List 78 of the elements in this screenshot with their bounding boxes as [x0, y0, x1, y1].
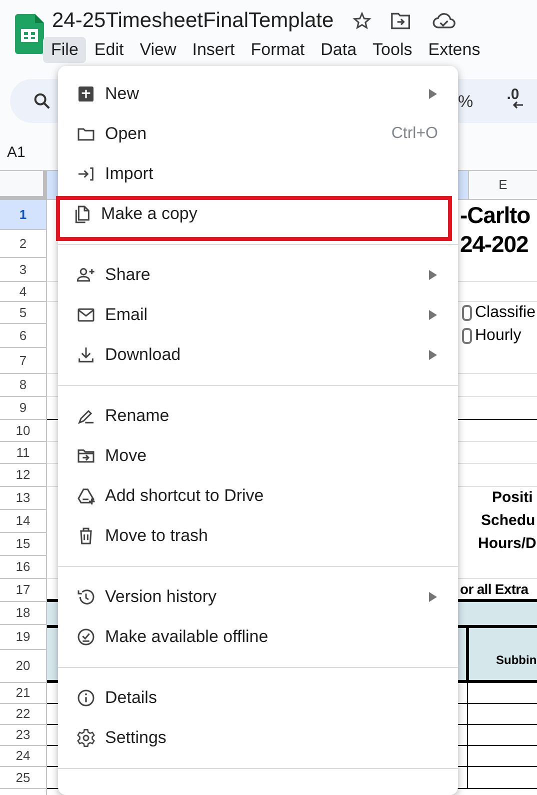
menu-tab[interactable]: Format: [242, 37, 313, 63]
menu-item[interactable]: Open Ctrl+O: [58, 114, 458, 154]
menu-tab[interactable]: Extens: [420, 37, 488, 63]
row-header[interactable]: 2: [0, 230, 47, 258]
menu-item[interactable]: Download: [58, 335, 458, 375]
cloud-check-icon[interactable]: [432, 11, 456, 31]
menu-item[interactable]: Settings: [58, 718, 458, 758]
checkbox[interactable]: [462, 305, 472, 321]
menu-item[interactable]: Rename: [58, 396, 458, 436]
menu-item[interactable]: Details: [58, 678, 458, 718]
row-header[interactable]: 5: [0, 302, 47, 324]
row-header[interactable]: 25: [0, 767, 47, 789]
field-label: Positi: [492, 488, 533, 508]
info-icon: [76, 688, 96, 708]
menu-tab[interactable]: View: [132, 37, 184, 63]
menu-tab[interactable]: Edit: [86, 37, 132, 63]
row-header[interactable]: 16: [0, 556, 47, 579]
field-label: Hours/D: [478, 534, 536, 554]
row-header[interactable]: 6: [0, 324, 47, 348]
menu-item[interactable]: Import: [58, 154, 458, 194]
percent-button[interactable]: %: [458, 89, 474, 114]
name-box[interactable]: A1: [7, 142, 26, 164]
row-header[interactable]: 22: [0, 704, 47, 725]
menu-item[interactable]: New: [58, 74, 458, 114]
row-header[interactable]: 10: [0, 420, 47, 442]
star-icon[interactable]: [352, 11, 372, 31]
settings-icon: [76, 728, 96, 748]
checkbox-label: Classifie: [475, 303, 536, 323]
menu-item[interactable]: Move: [58, 436, 458, 476]
folder-icon[interactable]: [390, 11, 412, 31]
row-header[interactable]: 23: [0, 725, 47, 746]
menu-item[interactable]: Make a copy: [56, 196, 452, 241]
row-header[interactable]: 18: [0, 602, 47, 625]
row-header[interactable]: 9: [0, 397, 47, 420]
decrease-decimal-button[interactable]: .0: [498, 85, 528, 117]
checkbox-label: Hourly: [475, 326, 522, 346]
sheet-title: 24-202: [460, 232, 528, 256]
shortcut-hint: Ctrl+O: [391, 124, 438, 144]
field-label: Schedu: [481, 511, 536, 532]
row-header[interactable]: 12: [0, 464, 47, 487]
left-arrow-icon: [512, 101, 524, 109]
row-header[interactable]: 3: [0, 258, 47, 282]
menu-item[interactable]: Email: [58, 295, 458, 335]
search-icon[interactable]: [32, 91, 52, 111]
row-header[interactable]: 15: [0, 533, 47, 556]
row-header[interactable]: 14: [0, 510, 47, 533]
download-icon: [76, 345, 96, 365]
row-header[interactable]: 4: [0, 282, 47, 302]
row-header[interactable]: 1: [0, 200, 47, 230]
column-header[interactable]: E: [468, 171, 537, 200]
menu-item[interactable]: Add shortcut to Drive: [58, 476, 458, 516]
circle-check-icon: [76, 627, 96, 647]
drive-plus-icon: [76, 486, 96, 506]
row-header[interactable]: 19: [0, 625, 47, 650]
menu-tab[interactable]: File: [43, 37, 86, 63]
menu-tab[interactable]: Insert: [184, 37, 243, 63]
sheet-title: -Carlto: [460, 204, 530, 226]
row-header[interactable]: 21: [0, 683, 47, 704]
menu-item[interactable]: Move to trash: [58, 516, 458, 556]
section-heading: or all Extra: [460, 580, 528, 598]
menu-tab[interactable]: Data: [312, 37, 365, 63]
document-title[interactable]: 24-25TimesheetFinalTemplate: [52, 5, 334, 37]
checkbox[interactable]: [462, 328, 472, 344]
grid-plus-icon: [76, 84, 96, 104]
row-header[interactable]: 17: [0, 579, 47, 602]
menu-item[interactable]: Share: [58, 255, 458, 295]
column-heading: Subbin: [496, 652, 537, 669]
row-header[interactable]: 24: [0, 746, 47, 767]
menu-tab[interactable]: Tools: [364, 37, 420, 63]
row-header[interactable]: 11: [0, 442, 47, 464]
row-header[interactable]: 13: [0, 487, 47, 510]
row-header[interactable]: 8: [0, 374, 47, 397]
menu-item[interactable]: Version history: [58, 577, 458, 617]
menu-item[interactable]: Make available offline: [58, 617, 458, 657]
sheets-logo-icon[interactable]: [15, 14, 44, 54]
history-icon: [76, 587, 96, 607]
row-header[interactable]: 20: [0, 650, 47, 683]
row-header[interactable]: 7: [0, 348, 47, 374]
